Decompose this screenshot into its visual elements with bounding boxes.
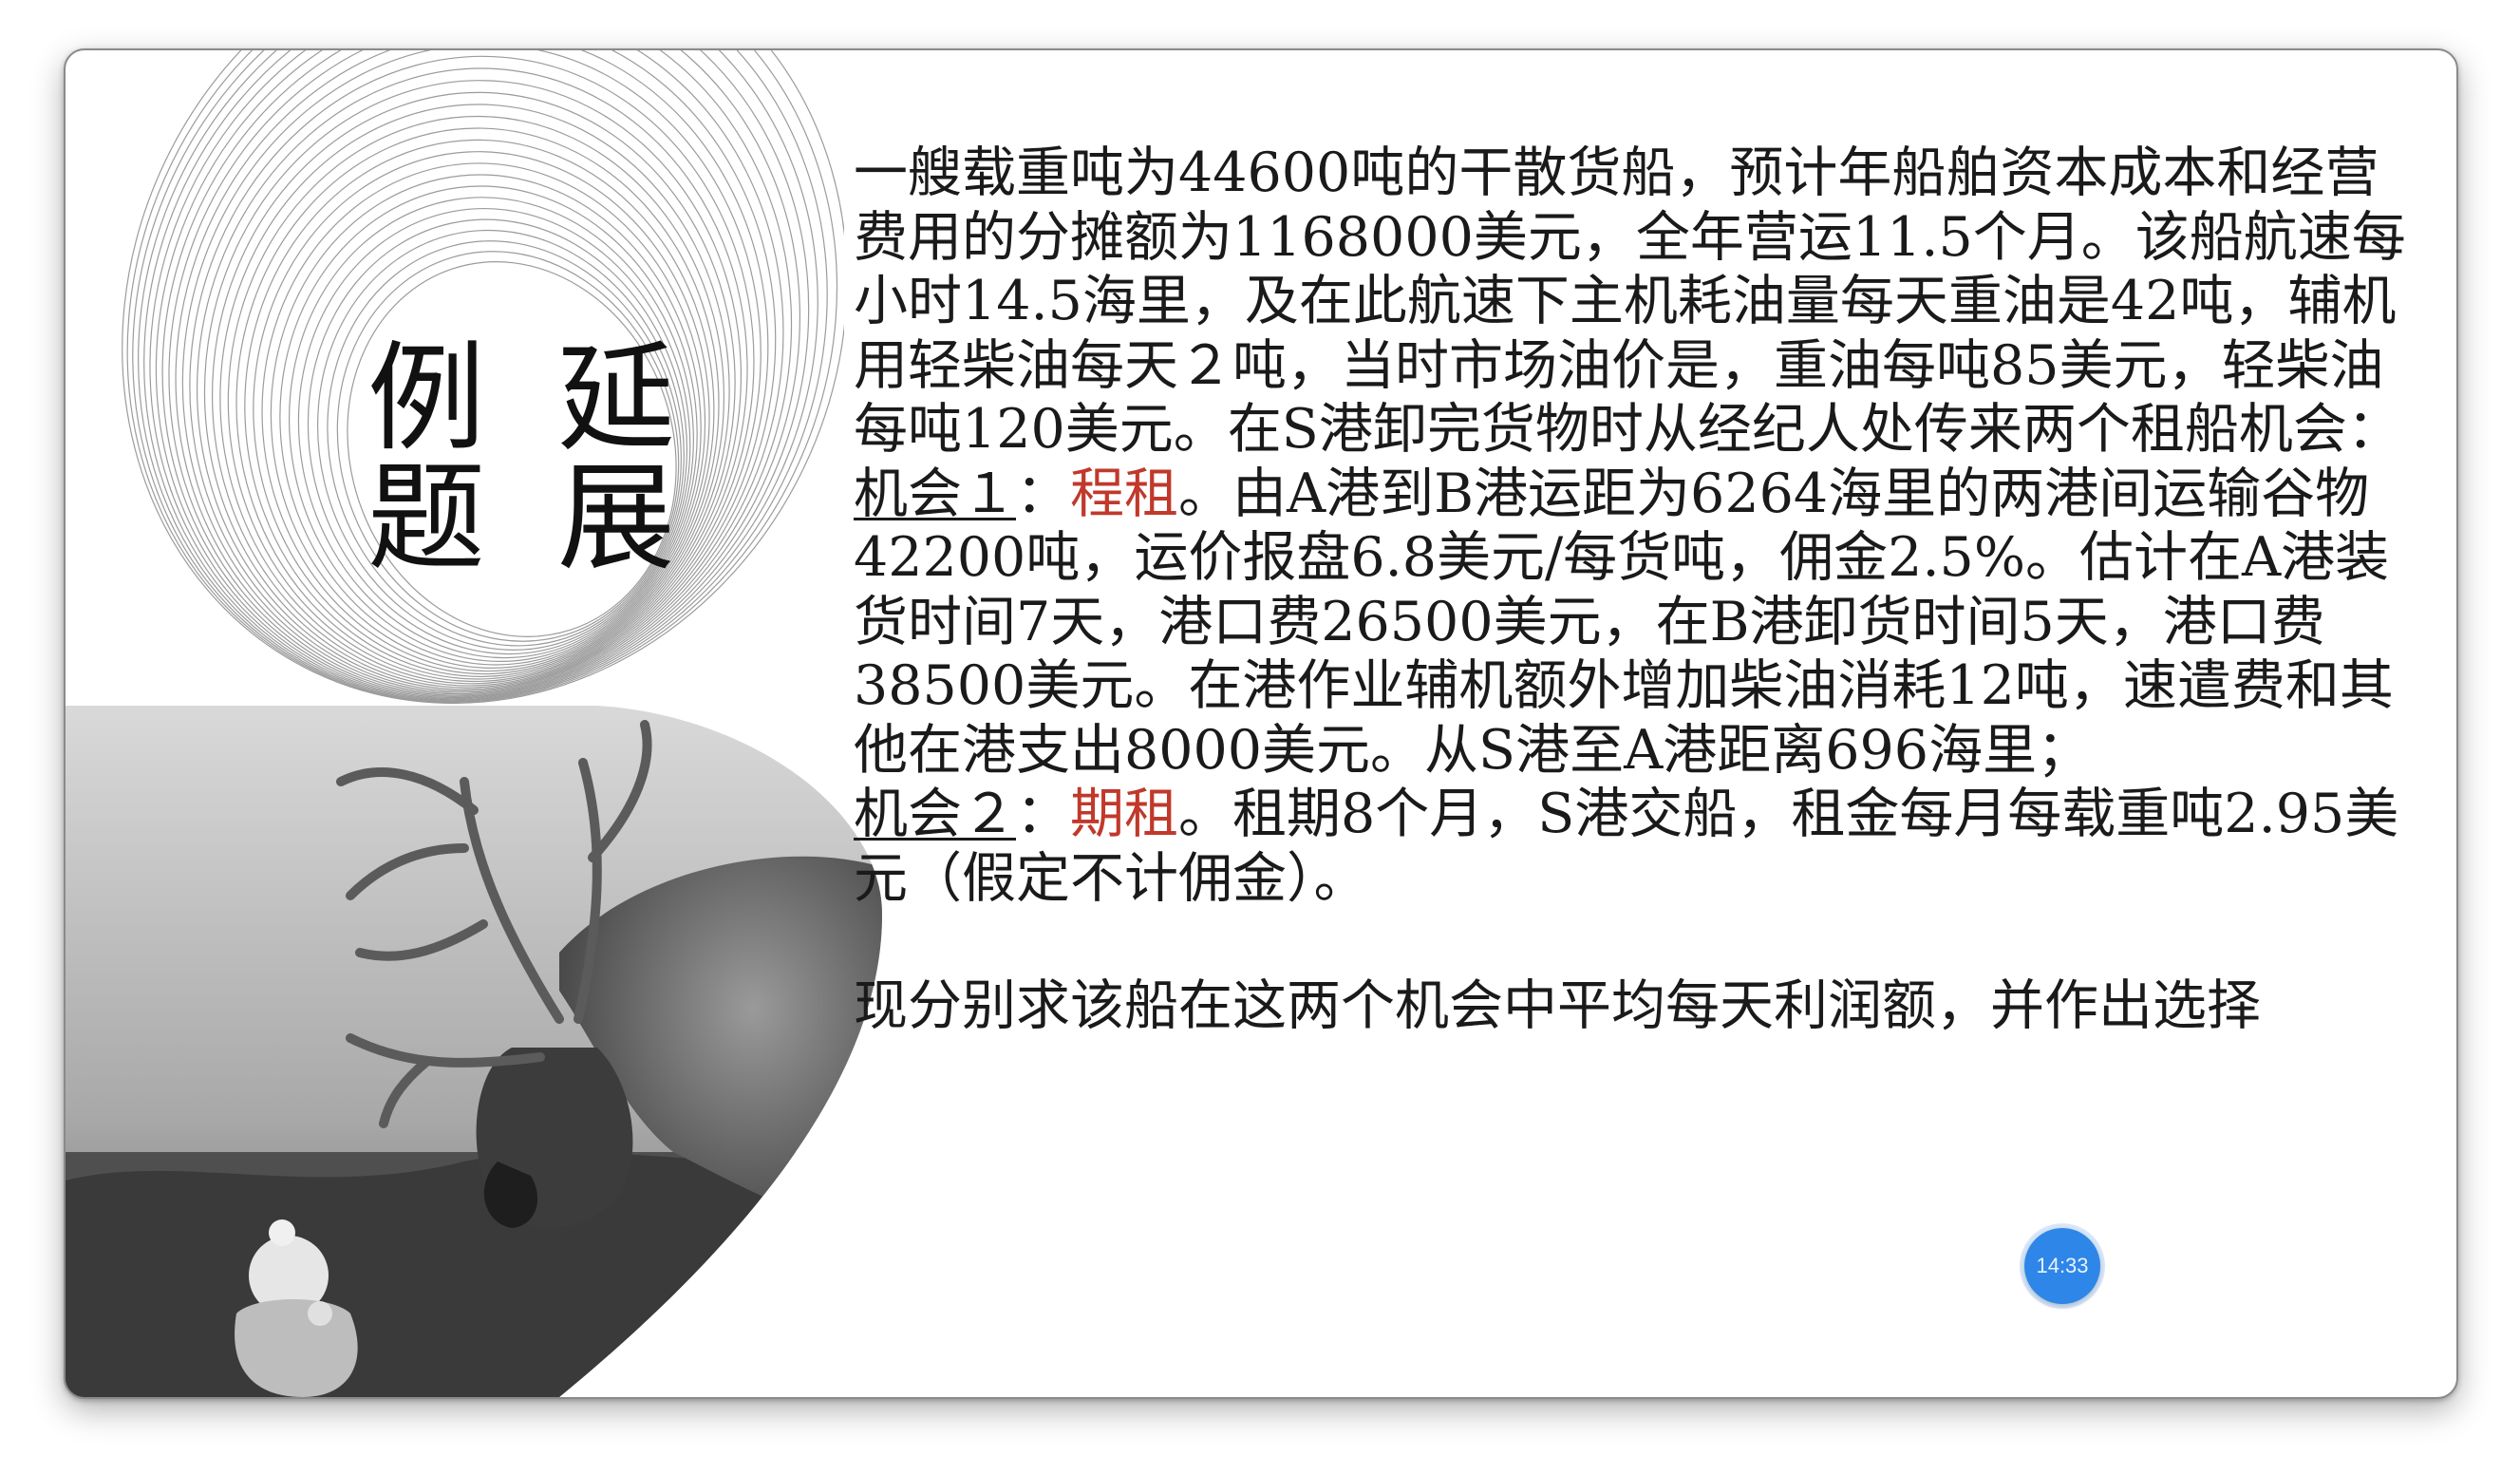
opportunity-1-type: 程租 [1070, 462, 1178, 525]
opportunity-1-separator: ： [1016, 462, 1070, 525]
timer-badge[interactable]: 14:33 [2024, 1228, 2100, 1304]
opportunity-2-type: 期租 [1070, 783, 1178, 845]
question-paragraph: 现分别求该船在这两个机会中平均每天利润额，并作出选择 [854, 974, 2261, 1037]
slide-title-right: 延展 [536, 335, 673, 575]
opportunity-2-separator: ： [1016, 783, 1070, 845]
slide-body: 一艘载重吨为44600吨的干散货船，预计年船舶资本成本和经营费用的分摊额为116… [854, 142, 2411, 1039]
reindeer-child-photo [66, 706, 882, 1397]
opportunity-2-label: 机会２ [854, 783, 1016, 845]
opportunity-2: 机会２：期租。租期8个月，S港交船，租金每月每载重吨2.95美元（假定不计佣金）… [854, 783, 2411, 911]
intro-paragraph: 一艘载重吨为44600吨的干散货船，预计年船舶资本成本和经营费用的分摊额为116… [854, 142, 2406, 461]
opportunity-1-label: 机会１ [854, 462, 1016, 525]
slide-window: 例题 延展 一艘载重吨为44600吨的干散货船，预计年船舶资本成本和经营费用的分… [64, 48, 2458, 1399]
slide-title-left: 例题 [347, 335, 483, 575]
opportunity-1: 机会１：程租。由A港到B港运距为6264海里的两港间运输谷物42200吨，运价报… [854, 463, 2411, 784]
